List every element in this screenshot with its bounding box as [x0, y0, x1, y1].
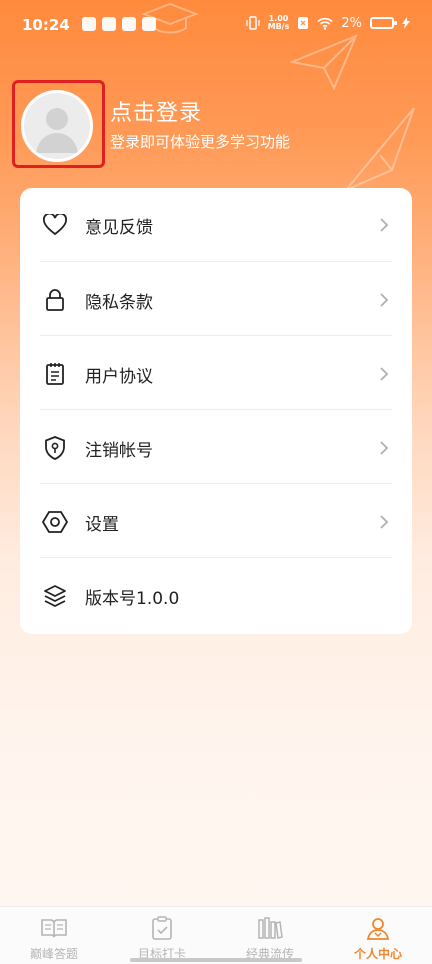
status-right: 1.00 MB/s 2% [246, 15, 410, 31]
chevron-right-icon [376, 440, 392, 456]
status-bar: 10:24 1.00 MB/s 2% [0, 0, 432, 52]
charging-icon [402, 17, 410, 29]
chevron-right-icon [376, 217, 392, 233]
menu-item-label: 意见反馈 [85, 217, 153, 238]
bookshelf-icon [257, 915, 283, 941]
shield-key-icon [42, 435, 68, 461]
menu-item-settings[interactable]: 设置 [40, 485, 392, 559]
net-speed: 1.00 MB/s [267, 14, 290, 31]
tab-peak-quiz[interactable]: 巅峰答题 [0, 907, 108, 964]
menu-item-delete-account[interactable]: 注销帐号 [40, 411, 392, 485]
menu-item-feedback[interactable]: 意见反馈 [40, 188, 392, 262]
version-label: 版本号1.0.0 [85, 588, 180, 609]
chevron-right-icon [376, 514, 392, 530]
app-notification-icon [102, 17, 116, 31]
divider [40, 409, 392, 410]
chevron-right-icon [376, 292, 392, 308]
login-title[interactable]: 点击登录 [110, 95, 202, 127]
layers-icon [42, 583, 68, 609]
tab-label: 个人中心 [353, 947, 402, 961]
menu-item-label: 设置 [85, 514, 119, 535]
app-notification-icon [82, 17, 96, 31]
wifi-icon [317, 17, 333, 30]
paper-plane-decoration-icon [345, 107, 415, 191]
chevron-right-icon [376, 366, 392, 382]
status-time: 10:24 [22, 16, 70, 34]
heart-icon [42, 212, 68, 238]
divider [40, 483, 392, 484]
tab-label: 巅峰答题 [29, 947, 78, 961]
menu-item-label: 注销帐号 [85, 440, 153, 461]
divider [40, 335, 392, 336]
tab-personal-center[interactable]: 个人中心 [324, 907, 432, 964]
settings-hexagon-icon [42, 509, 68, 535]
menu-item-user-agreement[interactable]: 用户协议 [40, 337, 392, 411]
home-indicator[interactable] [130, 958, 302, 962]
checklist-icon [149, 915, 175, 941]
vibrate-icon [246, 16, 260, 30]
bottom-tab-bar: 巅峰答题 目标打卡 经典流传 个人中心 [0, 906, 432, 964]
menu-card: 意见反馈 隐私条款 用户协议 注销帐号 设置 版本号1.0.0 [20, 188, 412, 634]
lock-icon [42, 287, 68, 313]
app-notification-icon [142, 17, 156, 31]
sim-icon [298, 17, 309, 29]
default-user-icon [36, 108, 78, 153]
app-notification-icon [122, 17, 136, 31]
notification-icons [82, 17, 156, 31]
menu-item-privacy[interactable]: 隐私条款 [40, 263, 392, 337]
divider [40, 557, 392, 558]
book-icon [41, 915, 67, 941]
battery-percent: 2% [341, 15, 362, 31]
tab-goal-checkin[interactable]: 目标打卡 [108, 907, 216, 964]
avatar-highlight[interactable] [12, 80, 105, 168]
person-icon [365, 915, 391, 941]
battery-icon [370, 17, 397, 29]
divider [40, 261, 392, 262]
menu-item-version: 版本号1.0.0 [40, 559, 392, 633]
login-subtitle: 登录即可体验更多学习功能 [110, 133, 291, 151]
notepad-icon [42, 361, 68, 387]
avatar[interactable] [21, 90, 93, 162]
menu-item-label: 用户协议 [85, 366, 153, 387]
menu-item-label: 隐私条款 [85, 292, 153, 313]
tab-classics[interactable]: 经典流传 [216, 907, 324, 964]
